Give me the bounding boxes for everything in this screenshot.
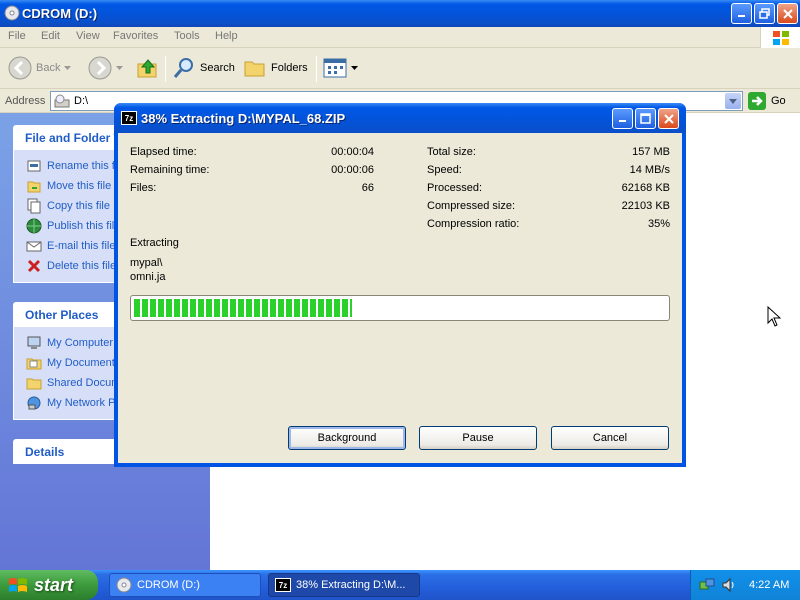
my-computer-icon [27, 336, 41, 349]
windows-flag-icon [9, 578, 27, 592]
menu-edit[interactable]: Edit [41, 30, 60, 42]
cancel-button[interactable]: Cancel [551, 426, 669, 450]
go-button[interactable]: Go [748, 92, 786, 110]
processed-label: Processed: [427, 182, 483, 194]
search-icon [173, 58, 193, 78]
elapsed-time-label: Elapsed time: [130, 146, 197, 158]
pause-button[interactable]: Pause [419, 426, 537, 450]
progress-fill [134, 299, 353, 317]
menu-tools[interactable]: Tools [174, 30, 200, 42]
speed-label: Speed: [427, 164, 462, 176]
forward-button[interactable] [88, 56, 123, 80]
cd-drive-icon [54, 94, 70, 108]
speaker-tray-icon[interactable] [721, 577, 737, 593]
address-label: Address [5, 95, 46, 107]
remaining-time-value: 00:00:06 [331, 164, 374, 176]
taskbar-item-extract[interactable]: 7z 38% Extracting D:\M... [268, 573, 420, 597]
menu-favorites[interactable]: Favorites [113, 30, 158, 42]
7zip-app-icon: 7z [275, 578, 291, 592]
email-icon [26, 241, 42, 252]
taskbar-item-explorer[interactable]: CDROM (D:) [109, 573, 261, 597]
up-folder-icon [137, 59, 157, 78]
cdrom-icon [116, 577, 132, 593]
back-button[interactable]: Back [8, 56, 72, 80]
background-button[interactable]: Background [288, 426, 406, 450]
operation-status: Extracting [130, 237, 179, 249]
dialog-maximize-button[interactable] [635, 108, 656, 129]
delete-icon [27, 259, 41, 273]
start-button[interactable]: start [0, 570, 98, 600]
network-tray-icon[interactable] [699, 577, 715, 593]
back-arrow-icon [8, 56, 32, 80]
menu-view[interactable]: View [76, 30, 100, 42]
shared-folder-icon [26, 378, 42, 390]
views-dropdown-icon [351, 66, 358, 70]
files-value: 66 [361, 182, 374, 194]
globe-icon [26, 218, 42, 234]
compressed-size-label: Compressed size: [427, 200, 516, 212]
move-icon [27, 181, 41, 193]
mouse-pointer-icon [767, 306, 781, 328]
elapsed-time-value: 00:00:04 [331, 146, 374, 158]
dialog-minimize-button[interactable] [612, 108, 633, 129]
menu-help[interactable]: Help [215, 30, 238, 42]
copy-icon [27, 198, 41, 214]
windows-logo-icon [760, 27, 800, 48]
dialog-close-button[interactable] [658, 108, 679, 129]
total-size-value: 157 MB [632, 146, 670, 158]
address-dropdown-icon[interactable] [725, 93, 741, 109]
system-tray: 4:22 AM [690, 570, 800, 600]
back-label: Back [36, 62, 61, 74]
7zip-app-icon: 7z [121, 111, 137, 125]
files-label: Files: [130, 182, 157, 194]
go-label: Go [771, 95, 786, 107]
folders-button[interactable]: Folders [243, 56, 308, 80]
standard-toolbar: Back Search Folders [0, 48, 800, 89]
restore-button[interactable] [754, 3, 775, 24]
network-places-icon [27, 396, 41, 410]
forward-dropdown-icon [116, 66, 123, 70]
folders-icon [244, 61, 265, 77]
minimize-button[interactable] [731, 3, 752, 24]
dialog-title: 38% Extracting D:\MYPAL_68.ZIP [141, 111, 346, 126]
compression-ratio-label: Compression ratio: [427, 218, 520, 230]
folders-label: Folders [271, 62, 308, 74]
current-folder: mypal\ [130, 257, 163, 269]
explorer-title: CDROM (D:) [22, 6, 98, 21]
menu-bar: File Edit View Favorites Tools Help [0, 27, 800, 48]
views-icon [323, 58, 347, 78]
extraction-progress-bar [130, 295, 670, 321]
dialog-titlebar[interactable]: 7z 38% Extracting D:\MYPAL_68.ZIP [114, 103, 686, 133]
forward-arrow-icon [88, 56, 112, 80]
current-file: omni.ja [130, 271, 166, 283]
taskbar: start CDROM (D:) 7z 38% Extracting D:\M.… [0, 570, 800, 600]
processed-value: 62168 KB [621, 182, 670, 194]
cdrom-icon [4, 5, 20, 21]
my-documents-icon [26, 358, 42, 370]
total-size-label: Total size: [427, 146, 476, 158]
speed-value: 14 MB/s [629, 164, 670, 176]
compressed-size-value: 22103 KB [621, 200, 670, 212]
start-label: start [34, 574, 74, 595]
search-label: Search [200, 62, 235, 74]
close-button[interactable] [777, 3, 798, 24]
compression-ratio-value: 35% [647, 218, 670, 230]
up-folder-button[interactable] [136, 56, 160, 80]
menu-file[interactable]: File [8, 30, 26, 42]
extraction-dialog: 7z 38% Extracting D:\MYPAL_68.ZIP Elapse… [114, 103, 686, 467]
back-dropdown-icon [64, 66, 72, 70]
remaining-time-label: Remaining time: [130, 164, 210, 176]
dialog-body: Elapsed time: 00:00:04 Remaining time: 0… [118, 133, 682, 463]
go-arrow-icon [748, 92, 766, 110]
search-button[interactable]: Search [172, 56, 235, 80]
clock[interactable]: 4:22 AM [749, 579, 789, 591]
views-button[interactable] [323, 57, 358, 79]
explorer-titlebar[interactable]: CDROM (D:) [0, 0, 800, 27]
rename-icon [27, 160, 41, 172]
address-value: D:\ [74, 95, 89, 107]
